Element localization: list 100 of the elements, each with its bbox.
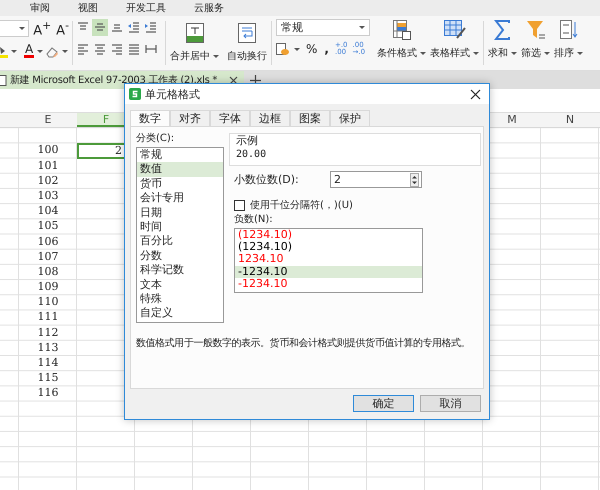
table-cell-text: 113 [36,340,60,356]
caret-icon [511,52,517,55]
alignment-button[interactable] [92,19,108,36]
table-cell-text: 102 [36,174,60,189]
sigma-icon [494,20,512,40]
align-lines-icon [145,21,157,34]
comma-button[interactable]: , [323,42,330,56]
table-style-button[interactable]: 表格样式 [428,16,481,66]
funnel-icon [526,20,544,40]
grid-icon [392,20,410,40]
category-item[interactable]: 特殊 [137,292,223,306]
dialog-tab[interactable]: 对齐 [170,110,210,126]
menu-item[interactable]: 视图 [78,1,98,15]
category-item[interactable]: 百分比 [137,234,223,249]
dialog-tab[interactable]: 保护 [330,110,370,126]
paint-bucket-icon[interactable] [0,44,8,58]
table-cell-text: 115 [36,371,60,386]
close-icon[interactable] [229,76,238,84]
dialog-tab[interactable]: 图案 [290,110,330,126]
table-cell-text: 100 [36,143,60,158]
sort-icon [560,20,578,40]
eraser-icon[interactable] [46,44,60,58]
wrap-text-icon [238,23,256,43]
align-lines-icon [111,43,123,56]
merge-center-button[interactable]: 合并居中 [168,19,221,69]
category-item[interactable]: 文本 [137,278,223,292]
wrap-text-button[interactable]: 自动换行 [225,19,269,69]
dialog-tab[interactable]: 数字 [130,110,170,126]
align-lines-icon [77,43,89,56]
spinner-arrows-icon[interactable] [410,172,419,186]
decimal-places-label: 小数位数(D): [234,172,300,187]
table-cell-text: 105 [36,219,60,234]
negative-format-item[interactable]: -1234.10 [235,278,422,290]
caret-icon [577,52,583,55]
menu-item[interactable]: 云服务 [194,1,224,15]
font-color-button[interactable]: A [24,44,34,58]
category-label: 分类(C): [136,133,176,145]
filter-button[interactable]: 筛选 [519,16,552,66]
sort-button[interactable]: 排序 [552,16,585,66]
sum-button[interactable]: 求和 [486,16,519,66]
grow-font-button[interactable]: A$^{+}$ [32,19,52,38]
sample-label: 示例 [236,134,259,147]
menu-item[interactable]: 审阅 [30,1,50,15]
caret-icon [359,26,365,29]
negative-format-item[interactable]: 1234.10 [235,253,422,266]
table-cell-text: 114 [36,356,60,371]
decimal-places-field[interactable]: 2 [330,171,422,188]
category-item[interactable]: 货币 [137,176,223,192]
format-description: 数值格式用于一般数字的表示。货币和会计格式则提供货币值计算的专用格式。 [136,337,472,350]
dialog-button[interactable]: 确定 [353,395,414,412]
align-lines-icon [128,21,140,34]
dialog-tab[interactable]: 边框 [250,110,290,126]
table-cell-text: 101 [36,158,60,174]
conditional-button[interactable]: 条件格式 [375,16,428,66]
caret-icon [544,52,550,55]
category-item[interactable]: 分数 [137,248,223,264]
percent-button[interactable]: % [305,42,318,56]
caret-icon [420,52,426,55]
column-header[interactable]: N [541,113,599,128]
table-cell-text: 103 [36,188,60,204]
shrink-font-button[interactable]: A$^{-}$ [55,19,70,38]
category-item[interactable]: 常规 [137,148,223,162]
dialog-title: 单元格格式 [145,86,201,102]
align-lines-icon [145,43,157,56]
add-tab-icon[interactable] [250,74,262,86]
align-lines-icon [94,43,106,56]
caret-icon [19,27,26,30]
table-cell-text: 106 [36,234,60,250]
caret-icon [473,52,479,55]
category-item[interactable]: 自定义 [137,306,223,321]
column-header[interactable]: E [19,113,77,128]
table-brush-icon [444,20,466,40]
checkbox[interactable] [234,200,245,210]
currency-icon[interactable] [276,42,289,56]
number-format-dropdown[interactable]: 常规 [276,19,370,36]
negative-format-item[interactable]: -1234.10 [235,266,422,278]
table-cell-text: 110 [36,295,60,310]
table-cell-text: 107 [36,250,60,265]
negative-format-item[interactable]: (1234.10) [235,229,422,242]
negative-format-item[interactable]: (1234.10) [235,241,422,254]
table-cell-text: 111 [36,310,60,326]
table-cell-text: 116 [36,386,60,402]
table-cell-text: 112 [36,326,60,341]
category-item[interactable]: 科学记数 [137,263,223,278]
dialog-tab[interactable]: 字体 [210,110,250,126]
close-icon[interactable] [470,88,481,100]
table-cell-text: 108 [36,264,60,280]
merge-cells-icon [186,23,204,43]
category-item[interactable]: 数值 [137,162,223,177]
dialog-button[interactable]: 取消 [420,395,481,412]
app-logo-icon [129,88,141,100]
checkbox-label: 使用千位分隔符(，)(U) [250,198,353,212]
category-item[interactable]: 日期 [137,206,223,220]
category-item[interactable]: 时间 [137,220,223,234]
caret-icon [213,54,219,58]
menu-item[interactable]: 开发工具 [126,1,166,15]
table-cell-text: 104 [36,204,60,220]
category-item[interactable]: 会计专用 [137,191,223,206]
align-lines-icon [128,43,140,56]
document-icon [0,74,7,86]
